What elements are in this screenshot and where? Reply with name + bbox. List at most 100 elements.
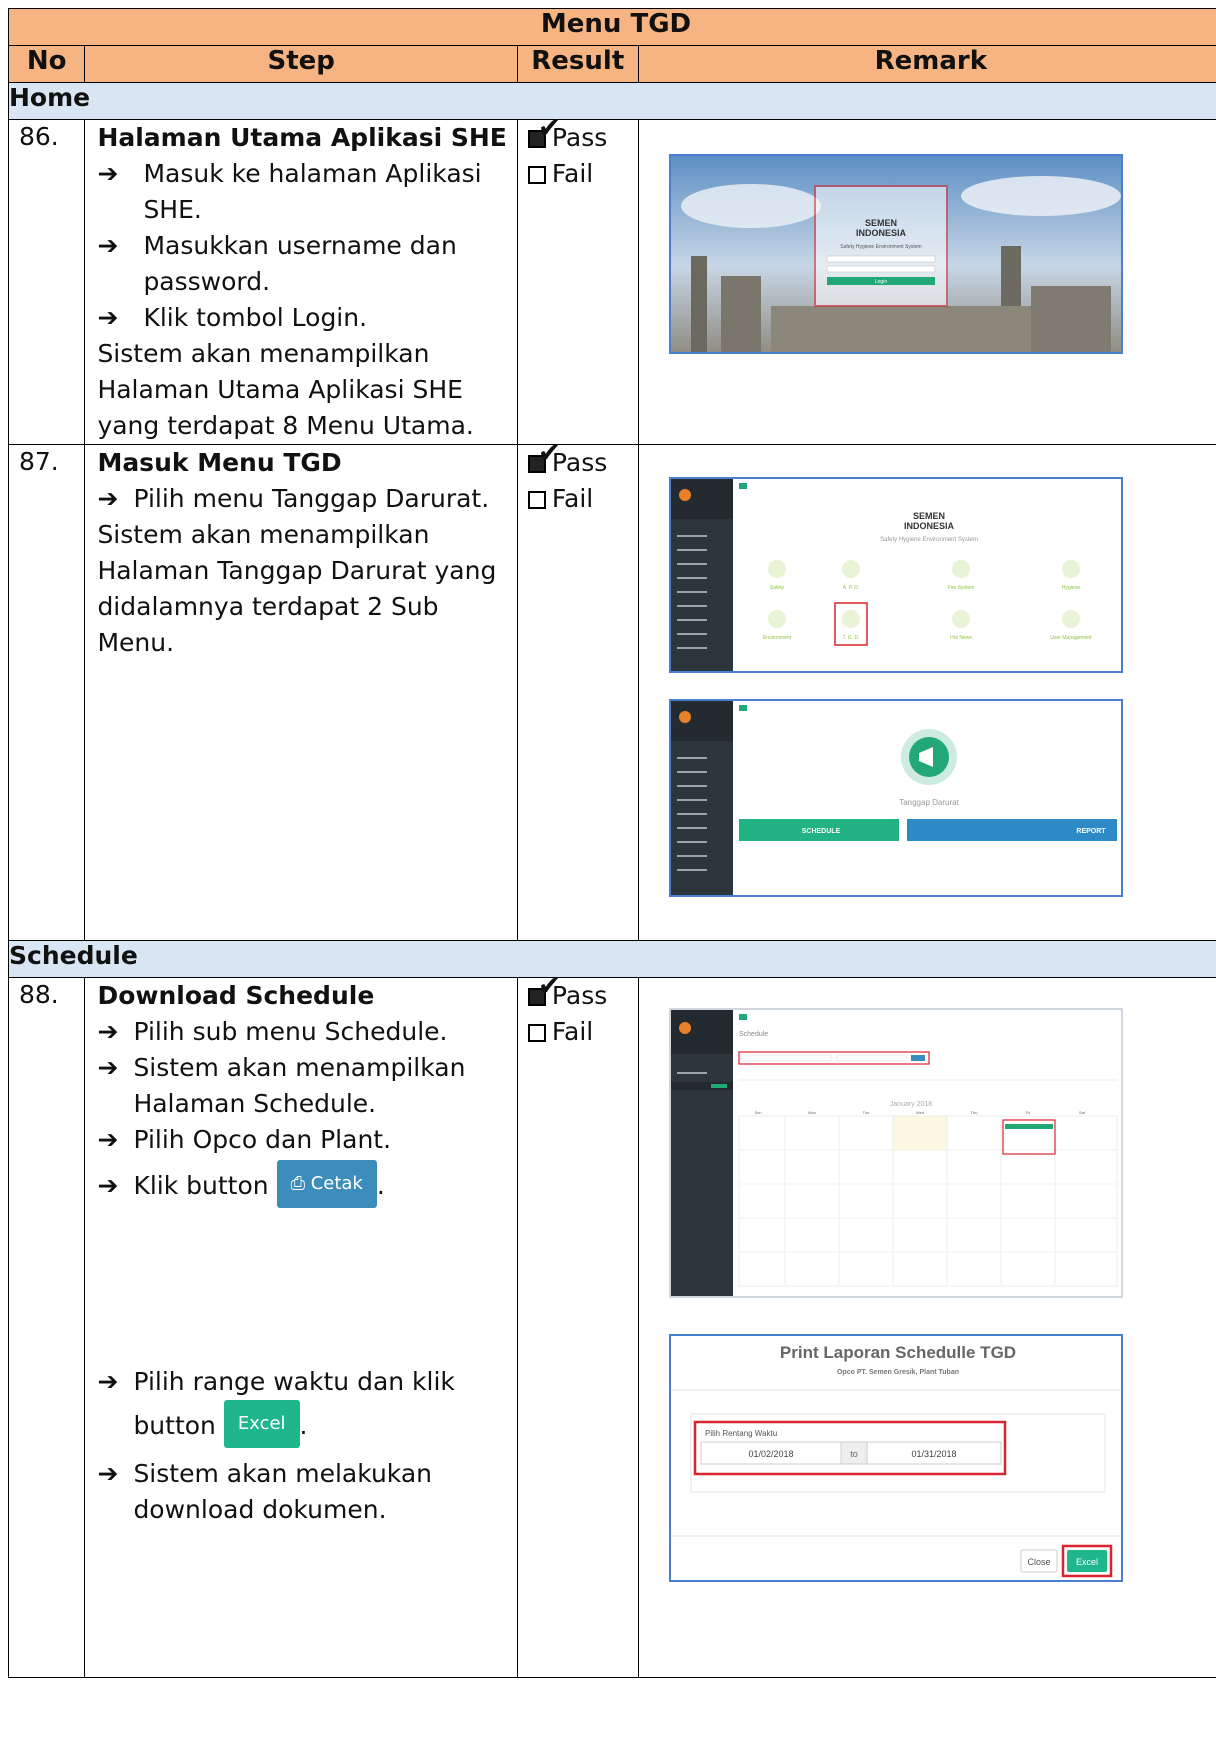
step-item: button Excel.	[97, 1400, 508, 1456]
step-item: ➔ Pilih menu Tanggap Darurat.	[97, 481, 508, 517]
menu-illustration: SEMEN INDONESIA Safety Hygiene Environme…	[670, 479, 1121, 671]
arrow-icon: ➔	[97, 303, 119, 332]
step-item: ➔ Sistem akan melakukan download dokumen.	[97, 1456, 508, 1528]
menu-label: T. G. D.	[842, 635, 859, 641]
step-text: button	[133, 1411, 216, 1440]
step-text: Pilih Opco dan Plant.	[133, 1125, 392, 1154]
step-text: Sistem akan menampilkan Halaman Schedule…	[133, 1053, 466, 1118]
report-button-label: REPORT	[1076, 828, 1106, 835]
print-modal-screenshot: Print Laporan Schedulle TGD Opco PT. Sem…	[668, 1334, 1123, 1582]
result-fail: Fail	[527, 1014, 638, 1050]
fail-label: Fail	[551, 484, 594, 513]
cetak-mini-button[interactable]	[910, 1055, 925, 1061]
close-button-label: Close	[1027, 1557, 1050, 1567]
excel-button[interactable]: Excel	[223, 1400, 300, 1448]
day-header: Fri	[1025, 1110, 1030, 1115]
step-item: ➔ Pilih range waktu dan klik	[97, 1364, 508, 1400]
range-label: Pilih Rentang Waktu	[705, 1429, 777, 1438]
password-field[interactable]	[826, 265, 935, 273]
arrow-icon: ➔	[97, 1367, 119, 1396]
row-number: 87.	[7, 444, 86, 941]
section-schedule: Schedule	[8, 940, 1216, 978]
menu-label: Safety	[770, 585, 785, 591]
date-to-value: 01/31/2018	[911, 1449, 956, 1459]
menu-label: Fire System	[947, 585, 974, 591]
login-screenshot: SEMEN INDONESIA Safety Hygiene Environme…	[668, 154, 1123, 354]
empty-box-icon	[527, 166, 546, 184]
row-number: 88.	[7, 977, 86, 1678]
step-text: Klik tombol Login.	[143, 303, 368, 332]
day-header: Tue	[862, 1110, 870, 1115]
tgd-label: Tanggap Darurat	[899, 798, 959, 807]
arrow-icon: ➔	[97, 484, 119, 513]
test-table: Menu TGD No Step Result Remark Home 86. …	[7, 8, 1216, 1678]
result-cell: Pass ✔ Fail	[516, 436, 639, 941]
menu-label: User Management	[1050, 635, 1092, 641]
excel-button-label: Excel	[1076, 1557, 1098, 1567]
remark-cell: SEMEN INDONESIA Safety Hygiene Environme…	[637, 444, 1216, 941]
schedule-screenshot: Schedule January 2018 Sun Mon Tue Wed Th	[668, 1008, 1123, 1298]
step-text: Sistem akan melakukan download dokumen.	[133, 1459, 432, 1524]
menu-screenshot: SEMEN INDONESIA Safety Hygiene Environme…	[668, 477, 1123, 673]
login-illustration: SEMEN INDONESIA Safety Hygiene Environme…	[670, 156, 1121, 352]
logo-text-bottom: INDONESIA	[904, 521, 955, 531]
result-pass: Pass ✔	[527, 111, 638, 156]
step-item: ➔ Masukkan username dan password.	[97, 228, 508, 300]
result-fail: Fail	[527, 481, 638, 517]
table-title: Menu TGD	[8, 8, 1216, 46]
schedule-button-label: SCHEDULE	[801, 828, 840, 835]
login-button-label: Login	[874, 279, 886, 285]
step-item: ➔ Klik button ⎙ Cetak.	[97, 1160, 508, 1216]
step-item: ➔ Masuk ke halaman Aplikasi SHE.	[97, 156, 508, 228]
step-cell: Masuk Menu TGD ➔ Pilih menu Tanggap Darur…	[84, 444, 518, 941]
remark-cell: SEMEN INDONESIA Safety Hygiene Environme…	[637, 119, 1216, 445]
step-text: Pilih range waktu dan klik	[133, 1367, 455, 1396]
document-page: Menu TGD No Step Result Remark Home 86. …	[0, 0, 1216, 1740]
fail-label: Fail	[551, 1017, 594, 1046]
menu-label: Hygiene	[1061, 585, 1080, 591]
logo-text-bottom: INDONESIA	[856, 228, 907, 238]
cetak-label: Cetak	[310, 1173, 363, 1194]
calendar-event[interactable]	[1004, 1124, 1053, 1129]
day-header: Mon	[808, 1110, 816, 1115]
step-item: ➔ Klik tombol Login.	[97, 300, 508, 336]
checkmark-icon: ✔	[537, 436, 562, 469]
arrow-icon: ➔	[97, 231, 119, 260]
step-description: Sistem akan menampilkan Halaman Tanggap …	[97, 520, 497, 657]
checkmark-icon: ✔	[537, 111, 562, 144]
modal-title: Print Laporan Schedulle TGD	[780, 1343, 1016, 1362]
empty-box-icon	[527, 491, 546, 509]
username-field[interactable]	[826, 255, 935, 263]
menu-label: Hot News	[950, 635, 972, 641]
step-description: Sistem akan menampilkan Halaman Utama Ap…	[97, 339, 474, 440]
empty-box-icon	[527, 1024, 546, 1042]
day-header: Wed	[916, 1110, 924, 1115]
menu-subtitle: Safety Hygiene Environment System	[880, 537, 978, 543]
print-modal-illustration: Print Laporan Schedulle TGD Opco PT. Sem…	[670, 1336, 1121, 1580]
step-item: ➔ Sistem akan menampilkan Halaman Schedul…	[97, 1050, 508, 1122]
cetak-button[interactable]: ⎙ Cetak	[276, 1160, 377, 1208]
arrow-icon: ➔	[97, 1171, 119, 1200]
result-fail: Fail	[527, 156, 638, 192]
tgd-screenshot: Tanggap Darurat SCHEDULE REPORT	[668, 699, 1123, 897]
date-to-label: to	[850, 1449, 858, 1459]
day-header: Sun	[754, 1110, 761, 1115]
arrow-icon: ➔	[97, 1125, 119, 1154]
section-home: Home	[8, 82, 1216, 120]
step-item: ➔ Pilih Opco dan Plant.	[97, 1122, 508, 1158]
menu-label: A. P. D.	[842, 585, 859, 591]
schedule-illustration: Schedule January 2018 Sun Mon Tue Wed Th	[670, 1010, 1121, 1296]
result-pass: Pass ✔	[527, 969, 638, 1014]
logo-text-top: SEMEN	[865, 218, 897, 228]
step-title: Download Schedule	[97, 981, 375, 1010]
fail-label: Fail	[551, 159, 594, 188]
step-title: Halaman Utama Aplikasi SHE	[97, 123, 507, 152]
header-step: Step	[84, 45, 518, 83]
arrow-icon: ➔	[97, 159, 119, 188]
step-cell: Halaman Utama Aplikasi SHE ➔ Masuk ke hal…	[84, 119, 518, 445]
result-cell: Pass ✔ Fail	[516, 969, 639, 1678]
avatar	[678, 489, 691, 501]
step-title: Masuk Menu TGD	[97, 448, 342, 477]
modal-subtitle: Opco PT. Semen Gresik, Plant Tuban	[837, 1369, 959, 1376]
date-from-value: 01/02/2018	[748, 1449, 793, 1459]
